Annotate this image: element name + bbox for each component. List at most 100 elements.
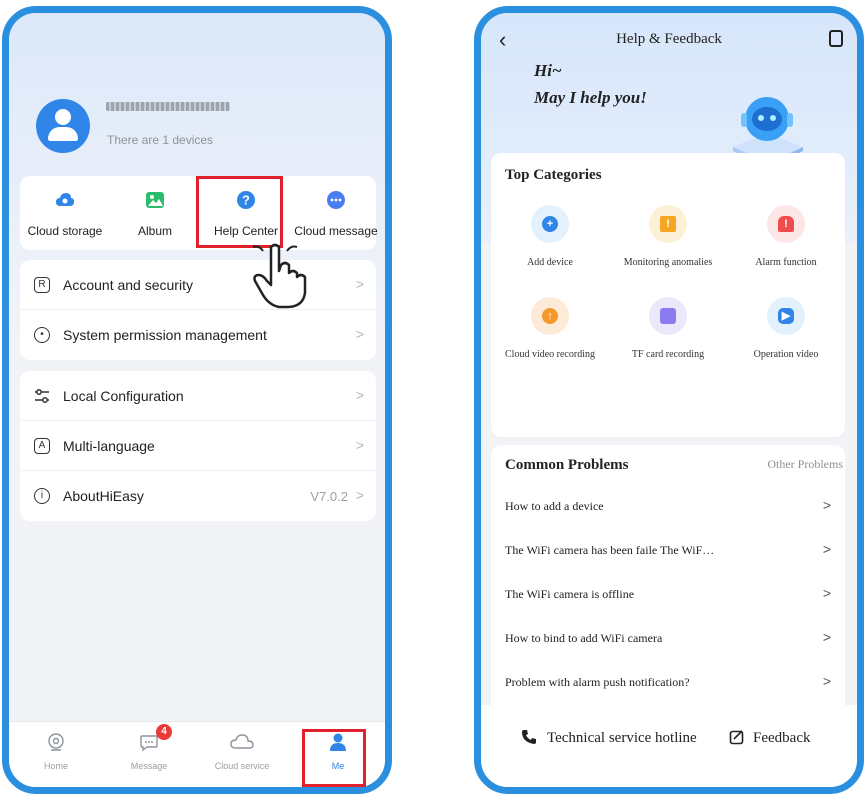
feedback-edit-icon [729,730,744,745]
chevron-right-icon: > [822,585,831,601]
help-center-highlight [196,176,283,248]
cloud-upload-icon: ↑ [542,308,558,324]
common-problems-panel: Common Problems Other Problems How to ad… [491,445,845,735]
feedback-label: Feedback [753,730,811,746]
greeting-help: May I help you! [534,88,647,107]
quick-label: Album [137,224,172,238]
category-tf-card-recording[interactable]: TF card recording [609,297,727,360]
page-title: Help & Feedback [616,31,722,47]
problem-label: How to add a device [505,499,604,513]
avatar-head [55,109,71,125]
category-label: Alarm function [755,257,817,268]
problem-item[interactable]: How to bind to add WiFi camera > [491,617,845,661]
quick-label: Cloud storage [27,224,103,238]
chat-icon [327,191,345,209]
chevron-right-icon: > [355,326,364,342]
unread-badge: 4 [156,724,172,740]
plus-icon: + [542,216,558,232]
help-feedback-screen: ‹ Help & Feedback Hi~ May I help you! To… [474,6,864,794]
avatar-body [48,127,78,141]
menu-multi-language[interactable]: A Multi-language > [20,421,376,471]
tap-hand-icon [252,243,307,309]
menu-label: AboutHiEasy [63,488,144,504]
chevron-right-icon: > [355,387,364,403]
menu-about[interactable]: i AboutHiEasy V7.0.2 > [20,471,376,521]
quick-cloud-storage[interactable]: Cloud storage [22,176,108,250]
sd-card-icon [660,308,676,324]
me-screen: There are 1 devices Cloud storage Album … [2,6,392,794]
quick-label: Cloud message [294,224,378,238]
chevron-right-icon: > [355,437,364,453]
quick-album[interactable]: Album [110,176,200,250]
menu-label: Multi-language [63,438,155,454]
category-label: Add device [527,257,573,268]
category-icon-bg: + [531,205,569,243]
chevron-right-icon: > [822,673,831,689]
category-label: Monitoring anomalies [623,257,713,268]
category-label: TF card recording [631,349,705,360]
permission-icon: • [34,327,50,343]
category-icon-bg: ! [649,205,687,243]
cloud-outline-icon [230,734,254,749]
category-icon-bg [649,297,687,335]
chevron-right-icon: > [355,276,364,292]
problem-item[interactable]: Problem with alarm push notification? > [491,661,845,705]
language-icon: A [34,438,50,454]
menu-local-configuration[interactable]: Local Configuration > [20,371,376,421]
problem-label: Problem with alarm push notification? [505,675,690,689]
menu-label: Account and security [63,277,193,293]
top-categories-panel: Top Categories + Add device ! Monitoring… [491,153,845,437]
other-problems-link[interactable]: Other Problems [767,457,843,472]
category-label: Operation video [753,349,819,360]
menu-system-permission[interactable]: • System permission management > [20,310,376,360]
menu-label: System permission management [63,327,267,343]
tab-label: Message [130,761,168,771]
chevron-right-icon: > [822,541,831,557]
menu-label: Local Configuration [63,388,184,404]
tab-label: Cloud service [214,761,270,771]
document-icon[interactable] [829,30,843,47]
help-bottom-bar: Technical service hotline Feedback [481,705,857,787]
tab-cloud-service[interactable]: Cloud service [197,722,287,787]
category-add-device[interactable]: + Add device [491,205,609,268]
category-icon-bg: ! [767,205,805,243]
chevron-right-icon: > [355,487,364,503]
username-redacted [106,102,230,111]
category-cloud-video-recording[interactable]: ↑ Cloud video recording [491,297,609,360]
problem-label: The WiFi camera has been faile The WiF… [505,543,715,557]
quick-cloud-message[interactable]: Cloud message [294,176,378,250]
phone-icon [522,730,536,744]
me-tab-highlight [302,729,366,787]
category-alarm-function[interactable]: ! Alarm function [727,205,845,268]
alarm-icon: ! [778,216,794,232]
tab-message[interactable]: 4 Message [104,722,194,787]
problem-label: How to bind to add WiFi camera [505,631,663,645]
hotline-label: Technical service hotline [547,730,697,746]
menu-account-security[interactable]: R Account and security > [20,260,376,310]
account-icon: R [34,277,50,293]
problem-item[interactable]: How to add a device > [491,485,845,529]
category-icon-bg: ▶ [767,297,805,335]
tab-home[interactable]: Home [11,722,101,787]
category-icon-bg: ↑ [531,297,569,335]
home-icon [48,733,64,751]
settings-sliders-icon [35,389,49,403]
hotline-button[interactable]: Technical service hotline [521,729,697,747]
avatar[interactable] [36,99,90,153]
problem-item[interactable]: The WiFi camera has been faile The WiF… … [491,529,845,573]
category-monitoring-anomalies[interactable]: ! Monitoring anomalies [609,205,727,268]
greeting-hi: Hi~ [534,61,562,80]
warning-icon: ! [660,216,676,232]
feedback-button[interactable]: Feedback [729,729,810,747]
device-count: There are 1 devices [107,133,214,147]
section-title: Common Problems [505,457,629,473]
menu-group-settings: Local Configuration > A Multi-language >… [20,371,376,521]
category-operation-video[interactable]: ▶ Operation video [727,297,845,360]
chevron-right-icon: > [822,497,831,513]
category-label: Cloud video recording [505,349,595,360]
problem-item[interactable]: The WiFi camera is offline > [491,573,845,617]
app-version: V7.0.2 [310,489,348,504]
image-icon [146,192,164,208]
play-icon: ▶ [778,308,794,324]
tab-label: Home [43,761,68,771]
